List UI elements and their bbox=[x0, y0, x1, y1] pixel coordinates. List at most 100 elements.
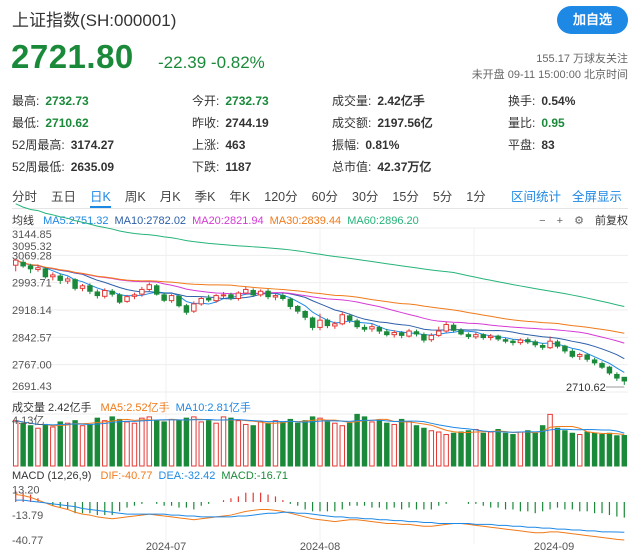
candle-body bbox=[458, 329, 464, 335]
candle-body bbox=[42, 268, 49, 278]
candle-body bbox=[502, 339, 509, 342]
volume-bar bbox=[57, 421, 63, 467]
volume-bar bbox=[532, 432, 538, 467]
volume-bar bbox=[220, 416, 227, 467]
candle-body bbox=[606, 366, 613, 374]
candle-body bbox=[228, 294, 234, 299]
candle-body bbox=[428, 334, 435, 341]
volume-bar bbox=[421, 427, 427, 467]
x-axis-label: 2024-07 bbox=[146, 541, 186, 552]
candle-body bbox=[354, 320, 360, 328]
volume-bar bbox=[64, 422, 71, 467]
price-axis-label: 3069.28 bbox=[12, 250, 52, 262]
volume-bar bbox=[20, 422, 26, 467]
volume-bar bbox=[250, 425, 256, 467]
candle-body bbox=[64, 278, 71, 282]
volume-bar bbox=[436, 431, 442, 467]
candle-body bbox=[302, 310, 308, 318]
candle-body bbox=[295, 305, 301, 312]
volume-bar bbox=[450, 432, 457, 467]
candle-body bbox=[146, 284, 153, 290]
price-axis-label: 2767.00 bbox=[12, 360, 52, 372]
candle-body bbox=[361, 326, 368, 330]
candle-body bbox=[87, 285, 93, 292]
volume-bar bbox=[72, 420, 78, 467]
volume-bar bbox=[413, 425, 420, 467]
volume-bar bbox=[346, 422, 353, 467]
volume-bar bbox=[510, 434, 516, 467]
candle-body bbox=[116, 294, 123, 303]
volume-bar bbox=[176, 420, 182, 467]
candle-body bbox=[384, 331, 390, 336]
volume-bar bbox=[317, 417, 323, 467]
volume-bar bbox=[183, 417, 190, 467]
volume-bar bbox=[599, 434, 605, 467]
volume-bar bbox=[525, 430, 531, 467]
volume-bar bbox=[287, 418, 294, 467]
candle-body bbox=[525, 339, 531, 343]
candle-body bbox=[124, 296, 130, 302]
volume-bar bbox=[332, 422, 338, 467]
price-axis-label: 2993.71 bbox=[12, 278, 52, 290]
candle-body bbox=[220, 294, 227, 297]
price-axis-label: 3144.85 bbox=[12, 229, 52, 241]
candle-body bbox=[369, 326, 375, 330]
candle-body bbox=[443, 324, 449, 332]
candle-body bbox=[495, 335, 501, 340]
candle-body bbox=[421, 334, 427, 341]
candle-body bbox=[406, 330, 412, 337]
candle-body bbox=[153, 285, 160, 295]
volume-bar bbox=[309, 416, 316, 467]
volume-bar bbox=[213, 422, 219, 467]
volume-bar bbox=[50, 426, 56, 467]
candle-body bbox=[94, 291, 101, 297]
volume-bar bbox=[139, 417, 145, 467]
candle-body bbox=[235, 292, 242, 299]
candle-body bbox=[539, 344, 546, 348]
volume-bar bbox=[406, 421, 412, 467]
price-axis-label: 2918.14 bbox=[12, 305, 52, 317]
candle-body bbox=[139, 288, 145, 295]
candle-body bbox=[584, 354, 590, 360]
candle-body bbox=[50, 274, 56, 278]
volume-bar bbox=[146, 416, 153, 467]
volume-bar bbox=[547, 413, 553, 467]
volume-bar bbox=[584, 431, 590, 467]
volume-bar bbox=[621, 435, 628, 467]
candle-body bbox=[57, 275, 63, 281]
volume-bar bbox=[42, 423, 49, 467]
candle-body bbox=[183, 305, 190, 313]
volume-bar bbox=[198, 421, 204, 467]
volume-bar bbox=[116, 418, 123, 467]
volume-bar bbox=[94, 417, 101, 467]
candle-body bbox=[272, 295, 279, 298]
candle-body bbox=[591, 359, 598, 364]
candle-body bbox=[346, 315, 353, 321]
candle-body bbox=[176, 295, 182, 307]
candle-body bbox=[621, 376, 628, 382]
volume-bar bbox=[257, 421, 264, 467]
volume-bar bbox=[12, 420, 19, 467]
volume-bar bbox=[265, 422, 271, 467]
volume-bar bbox=[79, 425, 86, 467]
macd-axis-label: -40.77 bbox=[12, 535, 43, 547]
volume-bar bbox=[606, 432, 613, 467]
candle-body bbox=[243, 288, 249, 294]
volume-bar bbox=[131, 422, 138, 467]
volume-bar bbox=[502, 432, 509, 467]
candle-body bbox=[510, 340, 516, 344]
candle-body bbox=[257, 290, 264, 296]
candle-body bbox=[547, 340, 553, 349]
candle-body bbox=[391, 331, 397, 336]
volume-axis-label: 4.13亿 bbox=[12, 414, 44, 427]
volume-bar bbox=[280, 421, 286, 467]
candle-body bbox=[324, 319, 331, 327]
volume-bar bbox=[554, 427, 561, 467]
volume-bar bbox=[235, 420, 242, 467]
volume-bar bbox=[102, 420, 108, 467]
volume-bar bbox=[361, 416, 368, 467]
candle-body bbox=[79, 285, 86, 289]
candle-body bbox=[614, 373, 620, 379]
candle-body bbox=[20, 261, 26, 267]
kline-chart[interactable]: 3144.853095.323069.282993.712918.142842.… bbox=[0, 0, 640, 552]
